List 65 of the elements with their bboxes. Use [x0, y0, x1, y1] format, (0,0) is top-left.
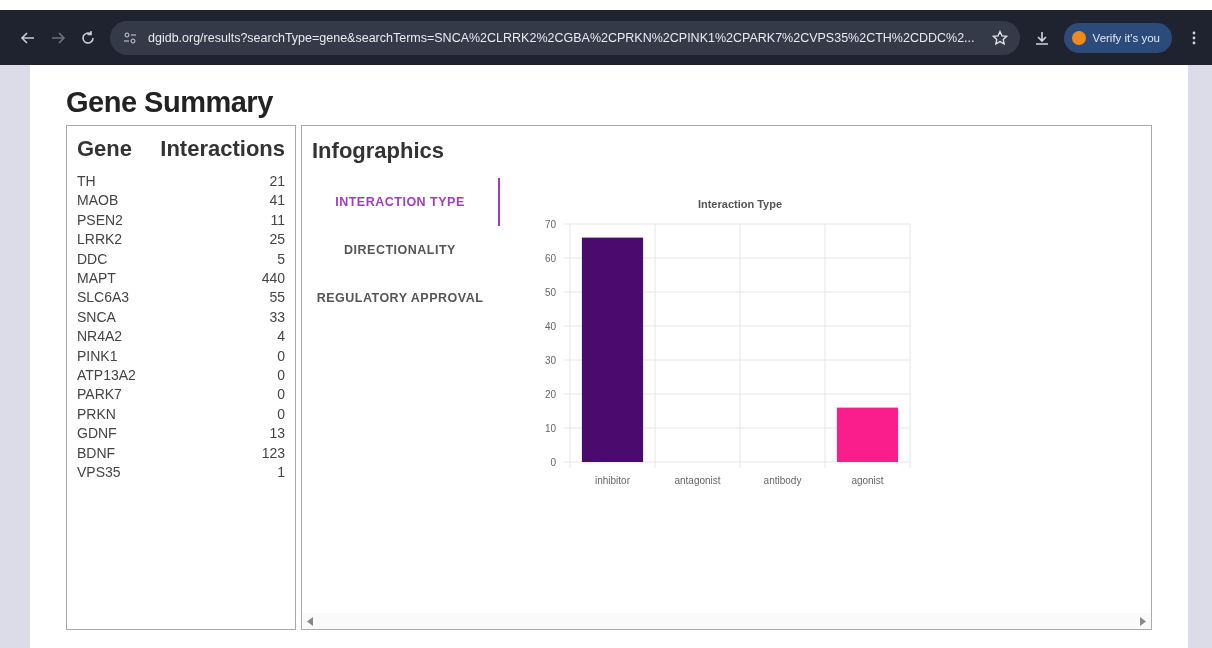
interaction-count: 25: [269, 230, 285, 250]
gene-name: MAPT: [77, 269, 116, 289]
x-tick-label: agonist: [851, 475, 884, 486]
interaction-count: 1: [277, 463, 285, 483]
gene-name: PRKN: [77, 404, 116, 424]
gene-name: PARK7: [77, 385, 122, 405]
gene-name: BDNF: [77, 443, 116, 463]
tab[interactable]: INTERACTION TYPE: [302, 178, 500, 226]
x-tick-label: antagonist: [674, 475, 721, 486]
scroll-left-icon[interactable]: [306, 616, 314, 626]
y-tick-label: 50: [544, 287, 556, 298]
download-icon[interactable]: [1033, 29, 1050, 46]
x-tick-label: antibody: [763, 475, 802, 486]
interaction-count: 123: [261, 443, 285, 463]
chart-title: Interaction Type: [697, 198, 783, 210]
star-icon[interactable]: [991, 29, 1008, 46]
panel-title: Infographics: [312, 138, 445, 164]
interaction-count: 41: [269, 191, 285, 211]
y-tick-label: 20: [544, 389, 556, 400]
interaction-count: 0: [277, 404, 285, 424]
interaction-count: 33: [269, 307, 285, 327]
interaction-count: 13: [269, 424, 285, 444]
gene-name: DDC: [77, 249, 108, 269]
back-icon[interactable]: [20, 29, 36, 46]
y-tick-label: 60: [544, 253, 556, 264]
gene-name: NR4A2: [77, 327, 123, 347]
y-tick-label: 0: [550, 457, 556, 468]
interaction-count: 21: [269, 172, 285, 191]
y-tick-label: 70: [544, 219, 556, 230]
column-header: Gene: [77, 136, 133, 162]
y-tick-label: 10: [544, 423, 556, 434]
avatar-icon: [1071, 30, 1086, 45]
y-tick-label: 40: [544, 321, 556, 332]
profile-button[interactable]: Verify it's you: [1063, 22, 1172, 53]
interaction-count: 5: [277, 249, 285, 269]
interaction-count: 55: [269, 288, 285, 308]
page-title: Gene Summary: [66, 85, 274, 119]
gene-name: TH: [77, 172, 96, 191]
y-tick-label: 30: [544, 355, 556, 366]
tab[interactable]: REGULATORY APPROVAL: [302, 274, 500, 322]
address-bar[interactable]: dgidb.org/results?searchType=gene&searchTerms=SNCA%2CLRRK2%2CGBA%2CPRKN%2CPINK1%2CPARK7%2CVPS35%2CTH%2CDDC%2...: [110, 20, 1020, 55]
reload-icon[interactable]: [80, 29, 96, 46]
gene-name: SLC6A3: [77, 288, 130, 308]
gene-name: MAOB: [77, 191, 119, 211]
gene-name: VPS35: [77, 463, 121, 483]
gene-name: SNCA: [77, 307, 116, 327]
tab[interactable]: DIRECTIONALITY: [302, 226, 500, 274]
gene-name: PINK1: [77, 346, 118, 366]
site-settings-icon[interactable]: [122, 29, 138, 46]
interaction-count: 0: [277, 346, 285, 366]
scroll-right-icon[interactable]: [1139, 616, 1147, 626]
url-text: dgidb.org/results?searchType=gene&searchTerms=SNCA%2CLRRK2%2CGBA%2CPRKN%2CPINK1%2CPARK7%2CVPS35%2CTH%2CDDC%2...: [148, 30, 975, 45]
interaction-count: 11: [270, 210, 285, 230]
column-header: Interactions: [160, 136, 285, 162]
gene-name: ATP13A2: [77, 366, 136, 386]
horizontal-scrollbar[interactable]: [302, 613, 1151, 629]
interaction-count: 0: [277, 385, 285, 405]
forward-icon[interactable]: [50, 29, 66, 46]
gene-name: GDNF: [77, 424, 117, 444]
gene-name: PSEN2: [77, 210, 123, 230]
gene-name: LRRK2: [77, 230, 123, 250]
x-tick-label: inhibitor: [595, 475, 630, 486]
interaction-count: 440: [261, 269, 285, 289]
interaction-count: 4: [277, 327, 285, 347]
interaction-count: 0: [277, 366, 285, 386]
